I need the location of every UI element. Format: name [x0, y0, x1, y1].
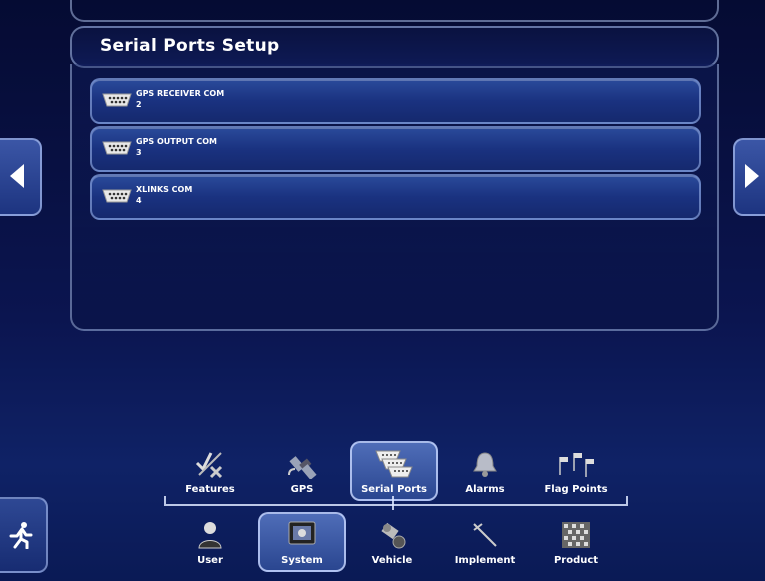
flag-points-icon	[559, 453, 594, 477]
port-number: 2	[136, 100, 142, 109]
nav-user-label: User	[197, 555, 223, 566]
next-page-button[interactable]	[733, 138, 765, 216]
nav-flag-points[interactable]: Flag Points	[534, 443, 618, 499]
bell-icon	[473, 452, 497, 477]
port-number: 4	[136, 196, 142, 205]
port-row-xlinks[interactable]: XLINKS COM 4	[90, 174, 701, 220]
nav-system[interactable]: System	[258, 512, 346, 572]
port-name: GPS RECEIVER COM	[136, 89, 225, 98]
features-icon	[195, 452, 223, 479]
implement-icon	[473, 523, 497, 547]
nav-product[interactable]: Product	[534, 514, 618, 570]
nav-alarms[interactable]: Alarms	[443, 443, 527, 499]
nav-implement[interactable]: Implement	[443, 514, 527, 570]
nav-connector-stem	[392, 496, 394, 510]
nav-vehicle-label: Vehicle	[371, 555, 413, 566]
port-number: 3	[136, 148, 142, 157]
nav-serial-ports-label: Serial Ports	[361, 484, 427, 495]
nav-product-label: Product	[553, 555, 599, 566]
previous-page-button[interactable]	[0, 138, 42, 216]
nav-implement-label: Implement	[454, 555, 516, 566]
user-icon	[198, 522, 222, 549]
nav-connector	[164, 496, 628, 506]
page-title: Serial Ports Setup	[100, 36, 280, 56]
panel-header: Serial Ports Setup	[70, 26, 719, 68]
port-row-gps-receiver[interactable]: GPS RECEIVER COM 2	[90, 78, 701, 124]
nav-features-label: Features	[185, 484, 235, 495]
vehicle-icon	[381, 522, 406, 549]
port-name: XLINKS COM	[136, 185, 193, 194]
serial-ports-icon	[375, 450, 413, 478]
running-person-icon	[9, 522, 33, 549]
port-name: GPS OUTPUT COM	[136, 137, 217, 146]
arrow-left-icon	[10, 164, 24, 188]
gps-satellite-icon	[288, 456, 317, 479]
nav-flag-points-label: Flag Points	[544, 484, 608, 495]
system-console-icon	[288, 521, 316, 545]
serial-connector-icon	[102, 189, 132, 203]
nav-vehicle[interactable]: Vehicle	[350, 514, 434, 570]
arrow-right-icon	[745, 164, 759, 188]
port-row-gps-output[interactable]: GPS OUTPUT COM 3	[90, 126, 701, 172]
nav-alarms-label: Alarms	[465, 484, 505, 495]
nav-features[interactable]: Features	[168, 443, 252, 499]
nav-serial-ports[interactable]: Serial Ports	[350, 441, 438, 501]
nav-gps-label: GPS	[290, 484, 314, 495]
nav-system-label: System	[281, 555, 323, 566]
serial-connector-icon	[102, 141, 132, 155]
nav-user[interactable]: User	[168, 514, 252, 570]
product-icon	[562, 522, 590, 548]
run-screen-button[interactable]	[0, 497, 48, 573]
serial-connector-icon	[102, 93, 132, 107]
nav-gps[interactable]: GPS	[260, 443, 344, 499]
panel-top-frame	[70, 0, 719, 22]
serial-ports-panel: GPS RECEIVER COM 2 GPS OUTPUT COM 3 XLIN…	[70, 64, 719, 331]
